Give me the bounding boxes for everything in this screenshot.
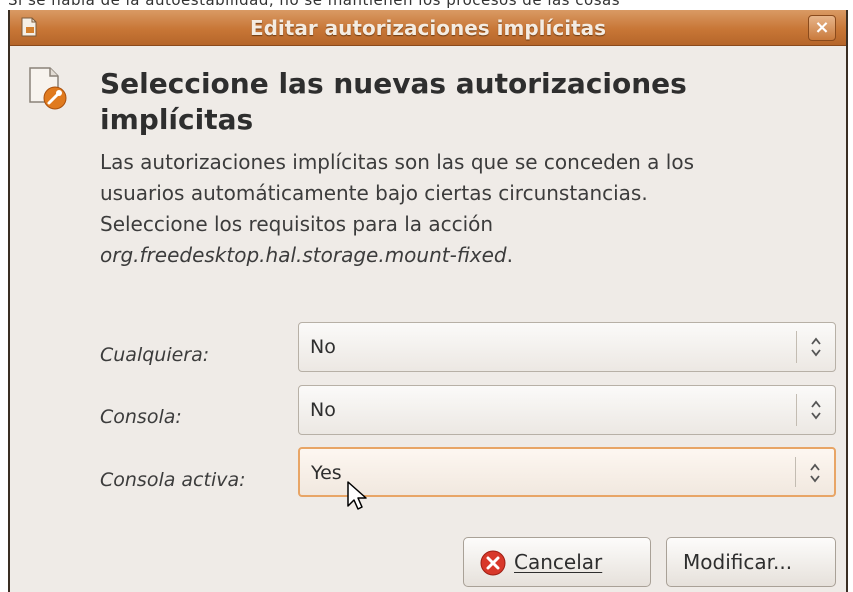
consola-select[interactable]: No [298,385,836,435]
action-name: org.freedesktop.hal.storage.mount-fixed [100,243,507,267]
combo-separator [795,457,796,487]
cancel-icon [480,550,506,576]
consola-activa-select[interactable]: Yes [298,447,836,497]
close-icon: × [814,17,830,38]
consola-activa-value: Yes [311,462,342,484]
description-prefix: Las autorizaciones implícitas son las qu… [100,150,695,236]
window-title: Editar autorizaciones implícitas [249,16,607,40]
label-cualquiera: Cualquiera: [100,344,210,366]
mouse-pointer-icon [347,481,367,510]
authorization-icon [29,67,67,110]
dialog-heading: Seleccione las nuevas autorizaciones imp… [100,67,687,136]
close-button[interactable]: × [808,15,836,41]
label-consola-activa: Consola activa: [100,469,246,491]
label-consola: Consola: [100,406,182,428]
description-suffix: . [506,243,513,267]
background-caption: Si se habla de la autoestabilidad, no se… [8,0,621,9]
modify-button-label: Modificar... [683,550,793,574]
cualquiera-select[interactable]: No [298,322,836,372]
titlebar[interactable]: Editar autorizaciones implícitas × [10,10,846,46]
combo-separator [796,331,797,363]
dialog-description: Las autorizaciones implícitas son las qu… [100,147,700,271]
up-down-arrows-icon [811,400,821,420]
up-down-arrows-icon [810,463,820,483]
combo-separator [796,394,797,426]
cualquiera-value: No [310,336,336,358]
consola-value: No [310,399,336,421]
cancel-button-label: Cancelar [514,550,603,574]
cancel-button[interactable]: Cancelar [463,537,651,587]
edit-authorizations-dialog: Editar autorizaciones implícitas × Selec… [8,10,848,592]
background-caption-strip: Si se habla de la autoestabilidad, no se… [0,0,853,10]
modify-button[interactable]: Modificar... [666,537,836,587]
up-down-arrows-icon [811,337,821,357]
